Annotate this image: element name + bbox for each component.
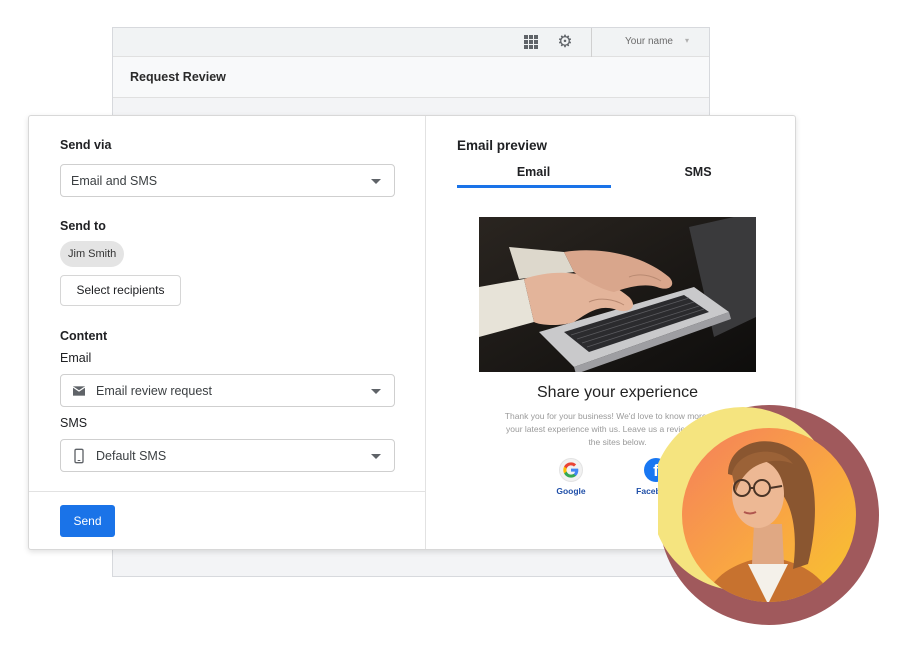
envelope-icon <box>72 386 86 396</box>
hero-image <box>479 217 756 372</box>
active-tab-indicator <box>457 185 611 188</box>
tab-email[interactable]: Email <box>457 165 610 179</box>
google-review-link[interactable]: Google <box>551 458 591 496</box>
top-bar: ⚙ Your name ▾ <box>113 28 709 57</box>
dropdown-caret-icon <box>371 389 381 394</box>
send-to-label: Send to <box>60 219 106 233</box>
page-title: Request Review <box>130 70 226 84</box>
send-via-value: Email and SMS <box>71 174 158 188</box>
sms-label: SMS <box>60 416 88 430</box>
send-button[interactable]: Send <box>60 505 115 537</box>
email-preview-title: Email preview <box>457 138 548 153</box>
send-via-select[interactable]: Email and SMS <box>60 164 395 197</box>
phone-icon <box>74 448 84 464</box>
sms-template-value: Default SMS <box>96 449 167 463</box>
dropdown-caret-icon <box>371 179 381 184</box>
avatar-illustration <box>651 405 879 625</box>
avatar <box>651 404 880 626</box>
google-label: Google <box>556 486 586 496</box>
user-name-menu[interactable]: Your name <box>625 36 673 47</box>
divider <box>591 28 592 57</box>
laptop-typing-illustration <box>479 217 756 372</box>
google-icon <box>559 458 583 482</box>
email-template-value: Email review request <box>96 384 213 398</box>
email-template-select[interactable]: Email review request <box>60 374 395 407</box>
apps-grid-icon[interactable] <box>524 35 538 49</box>
recipient-chip[interactable]: Jim Smith <box>60 241 125 267</box>
select-recipients-button[interactable]: Select recipients <box>60 275 181 306</box>
gear-icon[interactable]: ⚙ <box>556 33 574 51</box>
preview-heading: Share your experience <box>537 384 698 401</box>
page-header: Request Review <box>113 57 709 98</box>
divider <box>29 491 426 492</box>
send-via-label: Send via <box>60 138 112 152</box>
tab-sms[interactable]: SMS <box>623 165 773 179</box>
chevron-down-icon[interactable]: ▾ <box>685 36 689 45</box>
email-label: Email <box>60 351 92 365</box>
content-label: Content <box>60 329 108 343</box>
sms-template-select[interactable]: Default SMS <box>60 439 395 472</box>
form-panel: Send via Email and SMS Send to Jim Smith… <box>29 116 426 549</box>
dropdown-caret-icon <box>371 454 381 459</box>
